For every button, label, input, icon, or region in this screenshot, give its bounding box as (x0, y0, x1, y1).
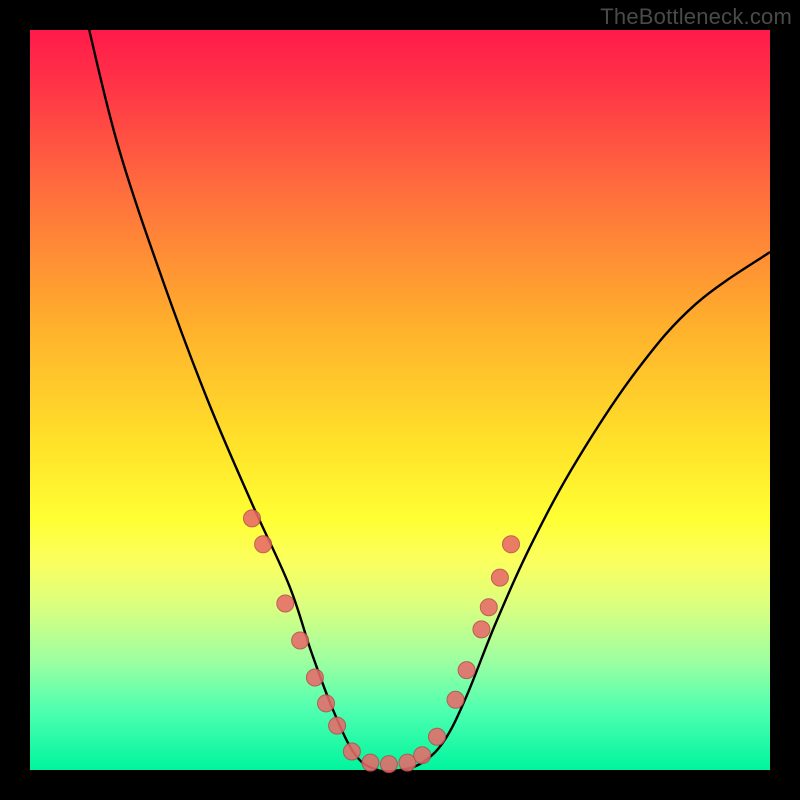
curve-marker (343, 743, 360, 760)
plot-area (30, 30, 770, 770)
curve-marker (447, 691, 464, 708)
curve-marker (429, 728, 446, 745)
curve-marker (362, 754, 379, 771)
curve-marker (480, 599, 497, 616)
curve-layer (30, 30, 770, 770)
curve-marker (458, 662, 475, 679)
curve-marker (306, 669, 323, 686)
curve-marker (277, 595, 294, 612)
curve-marker (255, 536, 272, 553)
curve-marker (380, 756, 397, 773)
curve-marker (503, 536, 520, 553)
watermark-text: TheBottleneck.com (600, 4, 792, 30)
curve-markers (244, 510, 520, 773)
curve-marker (473, 621, 490, 638)
curve-marker (292, 632, 309, 649)
curve-marker (329, 717, 346, 734)
curve-marker (491, 569, 508, 586)
curve-marker (318, 695, 335, 712)
chart-stage: TheBottleneck.com (0, 0, 800, 800)
bottleneck-curve-path (89, 30, 770, 772)
curve-marker (414, 747, 431, 764)
curve-marker (244, 510, 261, 527)
